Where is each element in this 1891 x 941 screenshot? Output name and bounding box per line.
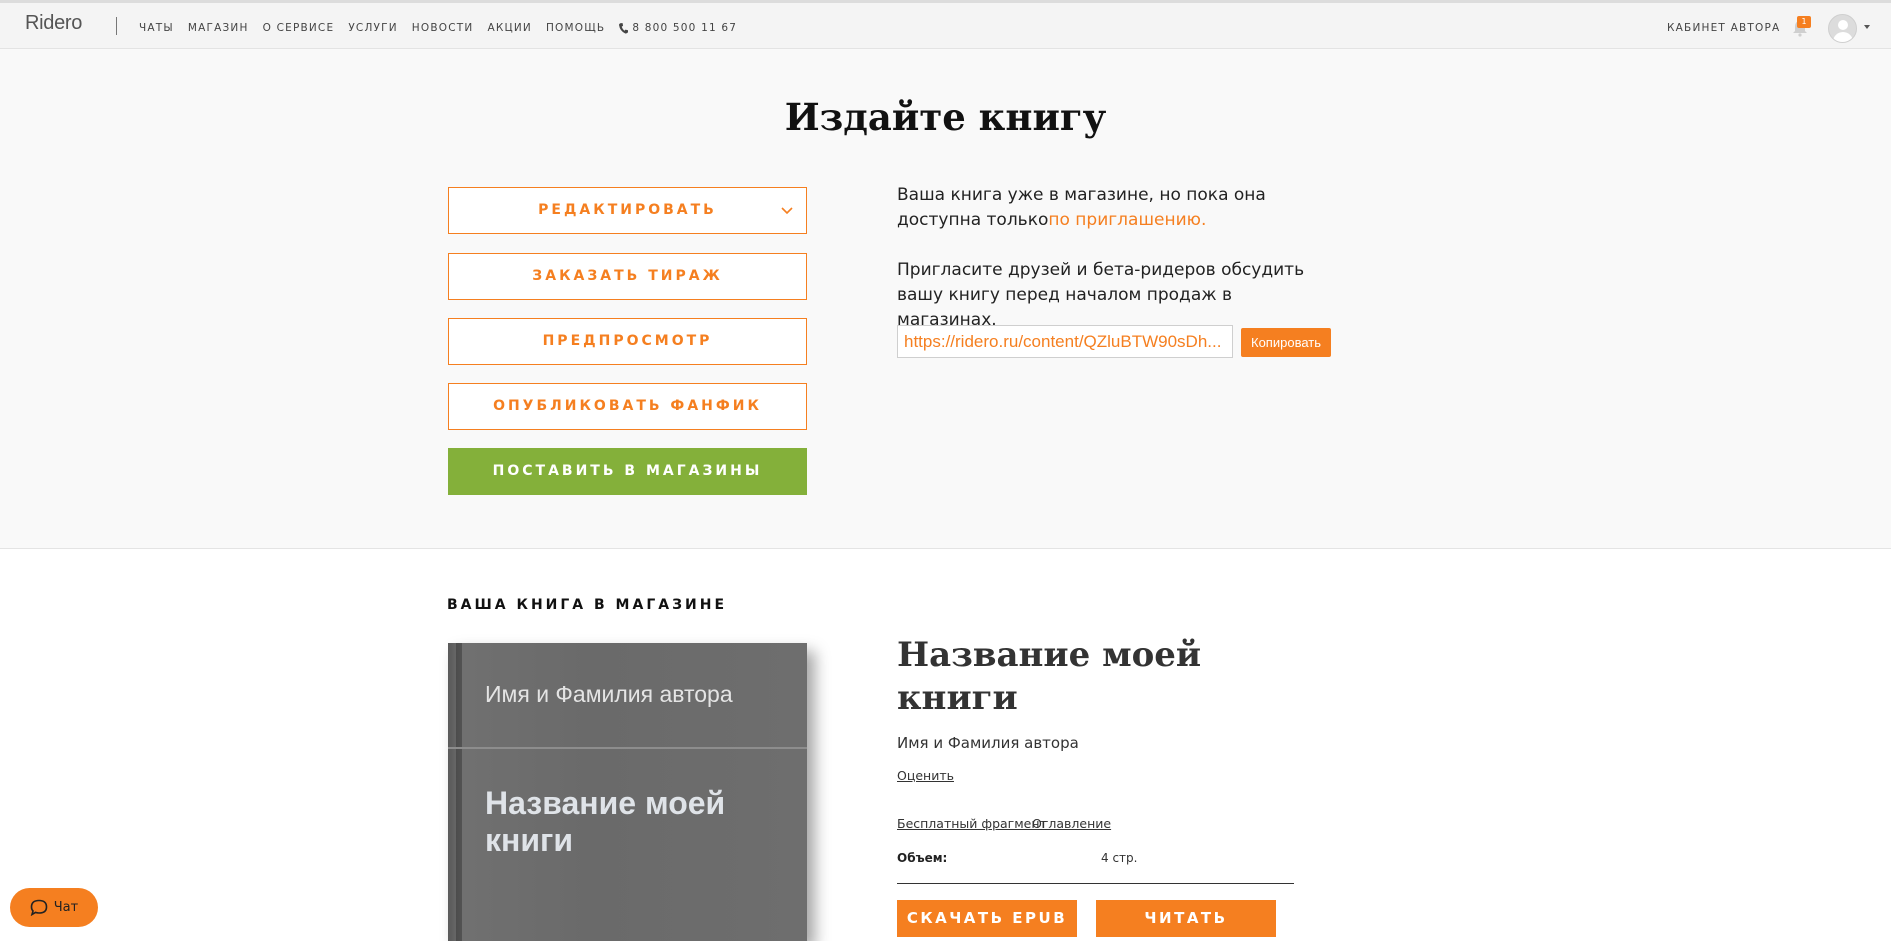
- logo-divider: [116, 17, 117, 35]
- by-invitation-link[interactable]: по приглашению.: [1048, 210, 1206, 230]
- volume-label: Объем:: [897, 851, 948, 865]
- read-button[interactable]: ЧИТАТЬ: [1096, 900, 1276, 937]
- cover-title: Название моей книги: [485, 785, 726, 858]
- nav-chats[interactable]: ЧАТЫ: [139, 22, 174, 34]
- main-nav: ЧАТЫ МАГАЗИН О СЕРВИСЕ УСЛУГИ НОВОСТИ АК…: [139, 22, 751, 34]
- author-cabinet-link[interactable]: КАБИНЕТ АВТОРА: [1667, 22, 1780, 34]
- cover-divider: [448, 747, 807, 749]
- book-author: Имя и Фамилия автора: [897, 734, 1079, 752]
- notification-badge: 1: [1797, 16, 1811, 28]
- publish-section: Издайте книгу РЕДАКТИРОВАТЬ ЗАКАЗАТЬ ТИР…: [0, 49, 1891, 549]
- nav-phone[interactable]: 8 800 500 11 67: [619, 22, 737, 34]
- edit-button-label: РЕДАКТИРОВАТЬ: [538, 202, 717, 218]
- book-cover[interactable]: Имя и Фамилия автора Название моей книги: [448, 643, 807, 941]
- free-fragment-link[interactable]: Бесплатный фрагмент: [897, 816, 1047, 831]
- divider: [897, 883, 1294, 884]
- nav-help[interactable]: ПОМОЩЬ: [546, 22, 605, 34]
- chat-label: Чат: [53, 900, 79, 915]
- nav-promos[interactable]: АКЦИИ: [487, 22, 532, 34]
- nav-services[interactable]: УСЛУГИ: [348, 22, 397, 34]
- nav-about[interactable]: О СЕРВИСЕ: [263, 22, 335, 34]
- nav-news[interactable]: НОВОСТИ: [412, 22, 474, 34]
- invite-link-field[interactable]: https://ridero.ru/content/QZluBTW90sDh..…: [897, 325, 1233, 358]
- page-title: Издайте книгу: [784, 95, 1107, 139]
- avatar[interactable]: [1828, 14, 1857, 43]
- publish-fanfic-button[interactable]: ОПУБЛИКОВАТЬ ФАНФИК: [448, 383, 807, 430]
- phone-number: 8 800 500 11 67: [632, 22, 738, 34]
- put-in-stores-button[interactable]: ПОСТАВИТЬ В МАГАЗИНЫ: [448, 448, 807, 495]
- download-epub-button[interactable]: СКАЧАТЬ EPUB: [897, 900, 1077, 937]
- nav-store[interactable]: МАГАЗИН: [188, 22, 249, 34]
- phone-icon: [619, 22, 629, 34]
- copy-button[interactable]: Копировать: [1241, 328, 1331, 357]
- volume-value: 4 стр.: [1101, 851, 1138, 865]
- section-heading: ВАША КНИГА В МАГАЗИНЕ: [447, 597, 728, 613]
- book-title: Название моей книги: [897, 635, 1202, 718]
- store-status-text: Ваша книга уже в магазине, но пока она д…: [897, 183, 1267, 233]
- chevron-down-icon[interactable]: [1864, 25, 1870, 29]
- ridero-logo[interactable]: Ridero: [25, 12, 82, 35]
- chat-button[interactable]: Чат: [10, 888, 98, 927]
- invite-text: Пригласите друзей и бета-ридеров обсудит…: [897, 260, 1305, 330]
- toc-link[interactable]: Оглавление: [1032, 816, 1111, 831]
- top-navbar: Ridero ЧАТЫ МАГАЗИН О СЕРВИСЕ УСЛУГИ НОВ…: [0, 0, 1891, 49]
- chevron-down-icon: [781, 207, 793, 215]
- edit-button[interactable]: РЕДАКТИРОВАТЬ: [448, 187, 807, 234]
- cover-spine: [456, 643, 462, 941]
- preview-button[interactable]: ПРЕДПРОСМОТР: [448, 318, 807, 365]
- cover-author: Имя и Фамилия автора: [485, 681, 733, 707]
- rate-link[interactable]: Оценить: [897, 768, 954, 783]
- chat-bubble-icon: [30, 899, 48, 916]
- order-print-button[interactable]: ЗАКАЗАТЬ ТИРАЖ: [448, 253, 807, 300]
